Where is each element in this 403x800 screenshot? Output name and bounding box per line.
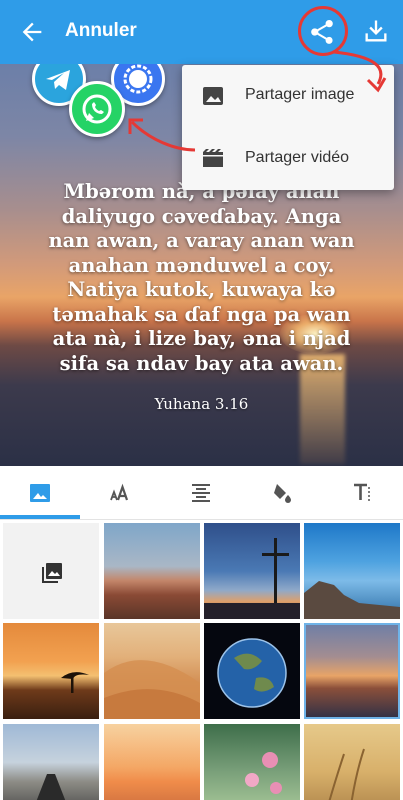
- verse-reference: Yuhana 3.16: [154, 395, 249, 413]
- gallery-image-earth-globe[interactable]: [204, 623, 300, 719]
- share-image-option[interactable]: Partager image: [182, 65, 394, 127]
- gallery-image-desert-rocks[interactable]: [104, 523, 200, 619]
- verse-text: Mbərom nà, a pəlay anan daliyugo cəveɗab…: [10, 180, 393, 376]
- share-video-label: Partager vidéo: [245, 149, 350, 166]
- text-format-icon: [354, 483, 370, 501]
- align-center-icon: [192, 484, 210, 502]
- gallery-image-ocean-sunset[interactable]: [304, 623, 400, 719]
- verse-line: təmahak sa ɗaf nga pa wan: [52, 302, 351, 326]
- arrow-back-icon[interactable]: [18, 18, 46, 46]
- verse-line: anahan mənduwel a coy.: [68, 253, 335, 277]
- gallery-image-savanna-sunset-tree[interactable]: [3, 623, 99, 719]
- whatsapp-icon[interactable]: [69, 81, 125, 137]
- text-size-icon: [110, 483, 129, 501]
- download-icon[interactable]: [362, 17, 390, 45]
- app-screen: Annuler Mbərom nà, a pəlay anan daliyugo…: [0, 0, 403, 800]
- video-icon: [202, 149, 224, 169]
- tab-align[interactable]: [161, 466, 241, 520]
- tab-color[interactable]: [242, 466, 322, 520]
- photo-library-icon: [42, 563, 62, 583]
- gallery-image-rocky-shore-blue[interactable]: [304, 523, 400, 619]
- paint-bucket-icon: [274, 484, 291, 503]
- image-icon: [202, 86, 224, 106]
- cancel-title[interactable]: Annuler: [65, 20, 137, 42]
- verse-line: ata nà, i lize bay, əna i njad: [52, 327, 351, 350]
- gallery-image-orange-horizon[interactable]: [104, 724, 200, 800]
- editor-tabs: [0, 466, 403, 520]
- share-image-label: Partager image: [245, 86, 355, 103]
- share-video-option[interactable]: Partager vidéo: [182, 128, 394, 190]
- gallery-image-sand-dunes[interactable]: [104, 623, 200, 719]
- tab-text-size[interactable]: [80, 466, 160, 520]
- active-tab-indicator: [0, 515, 80, 519]
- pick-from-device-button[interactable]: [3, 523, 99, 619]
- verse-line: sifa sa ndav bay ata awan.: [59, 351, 344, 375]
- image-icon: [30, 484, 50, 502]
- share-menu: Partager image Partager vidéo: [182, 65, 394, 190]
- gallery-image-wheat-field[interactable]: [304, 724, 400, 800]
- verse-line: daliyugo cəveɗabay. Anga: [61, 204, 342, 228]
- gallery-image-pink-flowers[interactable]: [204, 724, 300, 800]
- tab-text-format[interactable]: [323, 466, 403, 520]
- share-highlight-circle: [298, 6, 348, 56]
- background-gallery: [0, 520, 403, 800]
- gallery-image-desert-road[interactable]: [3, 724, 99, 800]
- tab-background-image[interactable]: [0, 466, 80, 520]
- verse-line: nan awan, a varay anan wan: [48, 229, 355, 252]
- gallery-image-cross-sunset[interactable]: [204, 523, 300, 619]
- verse-line: Natiya kutok, kuwaya kə: [67, 278, 336, 301]
